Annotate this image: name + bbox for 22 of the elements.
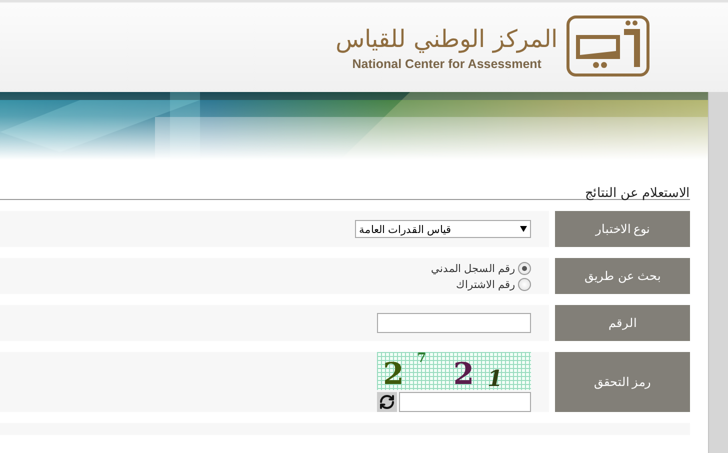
radio-option[interactable]: رقم الاشتراك	[431, 276, 531, 292]
test-type-select[interactable]: قياس القدرات العامة	[355, 220, 531, 238]
refresh-button[interactable]	[377, 392, 397, 412]
field-label: الرقم	[555, 305, 690, 341]
radio-label: رقم الاشتراك	[456, 278, 515, 290]
logo-icon	[566, 15, 650, 77]
field-label: بحث عن طريق	[555, 258, 690, 294]
radio-button[interactable]	[518, 262, 531, 274]
radio-label: رقم السجل المدني	[431, 262, 515, 274]
radio-option[interactable]: رقم السجل المدني	[431, 260, 531, 276]
captcha-input-field[interactable]	[399, 392, 531, 412]
scrollbar[interactable]	[708, 92, 728, 453]
refresh-icon	[379, 394, 395, 410]
field-label: رمز التحقق	[555, 352, 690, 412]
number-input-field[interactable]	[377, 313, 531, 333]
caret-icon	[520, 226, 527, 232]
field-label: نوع الاختبار	[555, 211, 690, 247]
radio-button[interactable]	[518, 278, 531, 290]
logo-arabic-text: المركز الوطني للقياس	[336, 24, 558, 55]
captcha-image: 2 7 2 1	[377, 352, 531, 390]
page-title: الاستعلام عن النتائج	[584, 185, 690, 200]
logo-english-text: National Center for Assessment	[352, 57, 542, 71]
